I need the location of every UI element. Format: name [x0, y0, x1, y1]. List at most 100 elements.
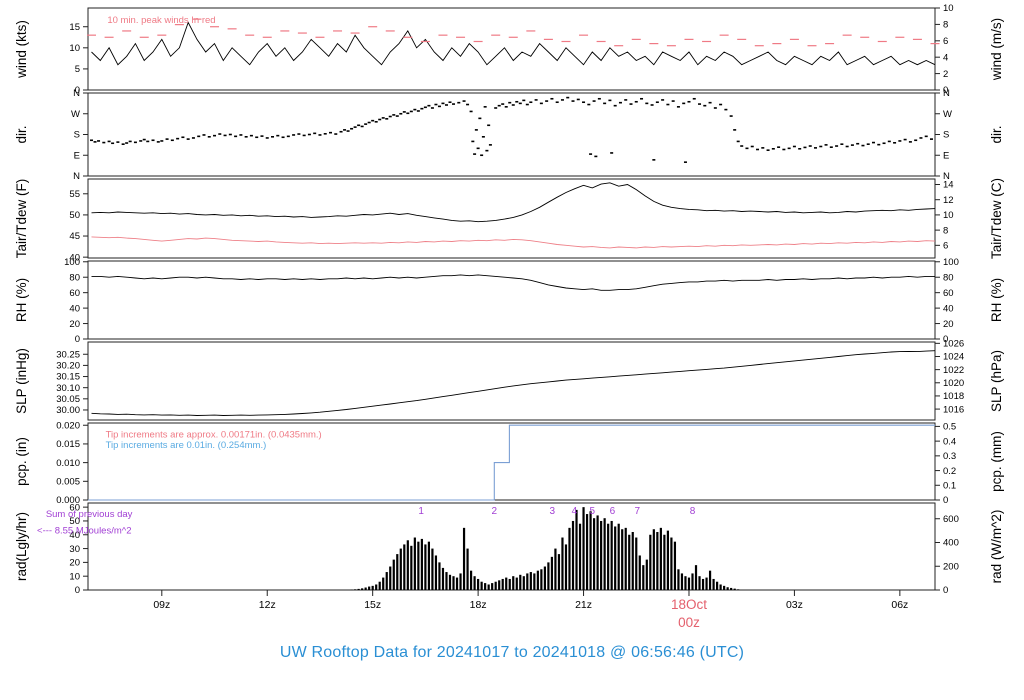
series-solar_radiation_lgly_hr-bar [491, 583, 494, 590]
series-solar_radiation_lgly_hr-bar [382, 577, 385, 590]
series-solar_radiation_lgly_hr-bar [628, 534, 631, 590]
axis-title-right-pcp: pcp. (mm) [989, 431, 1004, 492]
series-wind_direction_deg-point [239, 134, 243, 136]
series-wind_direction_deg-point [887, 140, 891, 143]
series-solar_radiation_lgly_hr-bar [723, 585, 726, 590]
panel-rh-border [87, 260, 936, 340]
series-wind_direction_deg-point [255, 136, 259, 139]
series-wind_direction_deg-point [924, 135, 928, 138]
series-solar_radiation_lgly_hr-bar [649, 534, 652, 590]
event-marker-1: 1 [418, 506, 424, 517]
event-marker-2: 2 [491, 506, 497, 517]
series-wind_direction_deg-point [249, 134, 253, 137]
y-tick-label-left-rh: 0 [75, 334, 80, 345]
series-wind_direction_deg-point [466, 103, 470, 106]
series-solar_radiation_lgly_hr-bar [557, 554, 561, 590]
series-wind_direction_deg-point [402, 111, 406, 113]
series-solar_radiation_lgly_hr-bar [596, 515, 599, 590]
panel-temp-border [87, 178, 936, 259]
series-solar_radiation_lgly_hr-bar [666, 530, 669, 590]
series-wind_direction_deg-point [388, 115, 392, 118]
y-tick-label-right-slp: 1018 [943, 391, 964, 402]
series-wind_direction_deg-point [756, 148, 760, 151]
y-tick-label-left-rh: 80 [69, 272, 80, 283]
y-tick-label-right-wind: 10 [943, 3, 954, 14]
series-solar_radiation_lgly_hr-bar [420, 538, 423, 590]
series-solar_radiation_lgly_hr-bar [438, 562, 441, 590]
series-wind_direction_deg-point [592, 100, 596, 102]
series-wind_direction_deg-point [409, 110, 413, 113]
series-wind_direction_deg-point [133, 141, 137, 144]
series-wind_direction_deg-point [406, 112, 410, 115]
series-solar_radiation_lgly_hr-bar [455, 577, 459, 590]
series-solar_radiation_lgly_hr-bar [554, 548, 557, 590]
series-wind_direction_deg-point [265, 137, 269, 139]
series-wind_direction_deg-point [430, 107, 434, 109]
series-wind_direction_deg-point [587, 103, 591, 106]
series-solar_radiation_lgly_hr-bar [600, 520, 603, 590]
series-wind_direction_deg-point [566, 96, 570, 99]
series-solar_radiation_lgly_hr-bar [652, 529, 655, 590]
series-wind_direction_deg-point [529, 101, 533, 104]
series-solar_radiation_lgly_hr-bar [691, 573, 694, 590]
series-solar_radiation_lgly_hr-bar [389, 566, 392, 590]
series-solar_radiation_lgly_hr-bar [494, 581, 497, 590]
series-solar_radiation_lgly_hr-bar [705, 577, 708, 590]
y-tick-label-left-pcp: 0.010 [56, 458, 80, 469]
series-wind_direction_deg-point [244, 136, 248, 138]
series-solar_radiation_lgly_hr-bar [561, 537, 564, 590]
y-tick-label-right-rad: 600 [943, 514, 959, 525]
y-tick-label-left-rh: 100 [64, 257, 80, 268]
y-tick-label-right-wind: 4 [943, 52, 948, 63]
series-wind_direction_deg-point [787, 147, 791, 150]
series-wind_direction_deg-point [919, 137, 923, 139]
series-solar_radiation_lgly_hr-bar [610, 520, 613, 590]
series-solar_radiation_lgly_hr-bar [413, 537, 416, 590]
series-wind_direction_deg-point [186, 138, 190, 140]
series-solar_radiation_lgly_hr-bar [540, 569, 543, 590]
series-solar_radiation_lgly_hr-bar [659, 527, 662, 590]
series-wind_direction_deg-point [160, 140, 164, 142]
series-wind_direction_deg-point [213, 134, 217, 137]
series-solar_radiation_lgly_hr-bar [431, 548, 434, 590]
panel-slp-border [87, 341, 936, 421]
series-wind_direction_deg-point [683, 161, 687, 163]
series-solar_radiation_lgly_hr-bar [484, 583, 487, 590]
series-wind_direction_deg-point [766, 149, 770, 151]
series-slp_inhg [91, 350, 936, 416]
y-tick-label-left-dir: N [73, 88, 80, 99]
series-solar_radiation_lgly_hr-bar [424, 544, 427, 590]
series-solar_radiation_lgly_hr-bar [547, 562, 550, 590]
series-wind_direction_deg-point [191, 137, 195, 139]
event-marker-5: 5 [590, 506, 596, 517]
series-wind_direction_deg-point [364, 123, 368, 125]
series-wind_direction_deg-point [508, 101, 512, 104]
series-wind_direction_deg-point [798, 147, 802, 150]
series-solar_radiation_lgly_hr-bar [673, 541, 677, 590]
series-wind_direction_deg-point [343, 129, 347, 131]
series-wind_direction_deg-point [478, 117, 482, 120]
y-tick-label-right-dir: N [943, 88, 950, 99]
series-solar_radiation_lgly_hr-bar [529, 572, 532, 590]
series-wind_direction_deg-point [476, 147, 480, 150]
series-wind_direction_deg-point [357, 124, 361, 127]
y-tick-label-left-slp: 30.20 [56, 361, 80, 372]
series-solar_radiation_lgly_hr-bar [582, 507, 585, 590]
series-wind_direction_deg-point [808, 145, 812, 147]
series-wind_direction_deg-point [692, 97, 696, 100]
series-solar_radiation_lgly_hr-bar [469, 570, 473, 590]
series-solar_radiation_lgly_hr-bar [571, 520, 575, 590]
series-solar_radiation_lgly_hr-bar [607, 523, 610, 590]
series-wind_direction_deg-point [850, 144, 854, 146]
series-solar_radiation_lgly_hr-bar [543, 566, 546, 590]
series-wind_direction_deg-point [571, 100, 575, 102]
x-tick-label: 06z [891, 599, 908, 611]
series-solar_radiation_lgly_hr-bar [508, 578, 511, 590]
series-solar_radiation_lgly_hr-bar [663, 534, 666, 590]
series-wind_direction_deg-point [207, 136, 211, 138]
series-solar_radiation_lgly_hr-bar [427, 541, 431, 590]
series-wind_direction_deg-point [522, 99, 526, 102]
series-wind_direction_deg-point [392, 114, 396, 116]
y-tick-label-right-pcp: 0.1 [943, 480, 956, 491]
y-tick-label-right-rh: 100 [943, 257, 959, 268]
